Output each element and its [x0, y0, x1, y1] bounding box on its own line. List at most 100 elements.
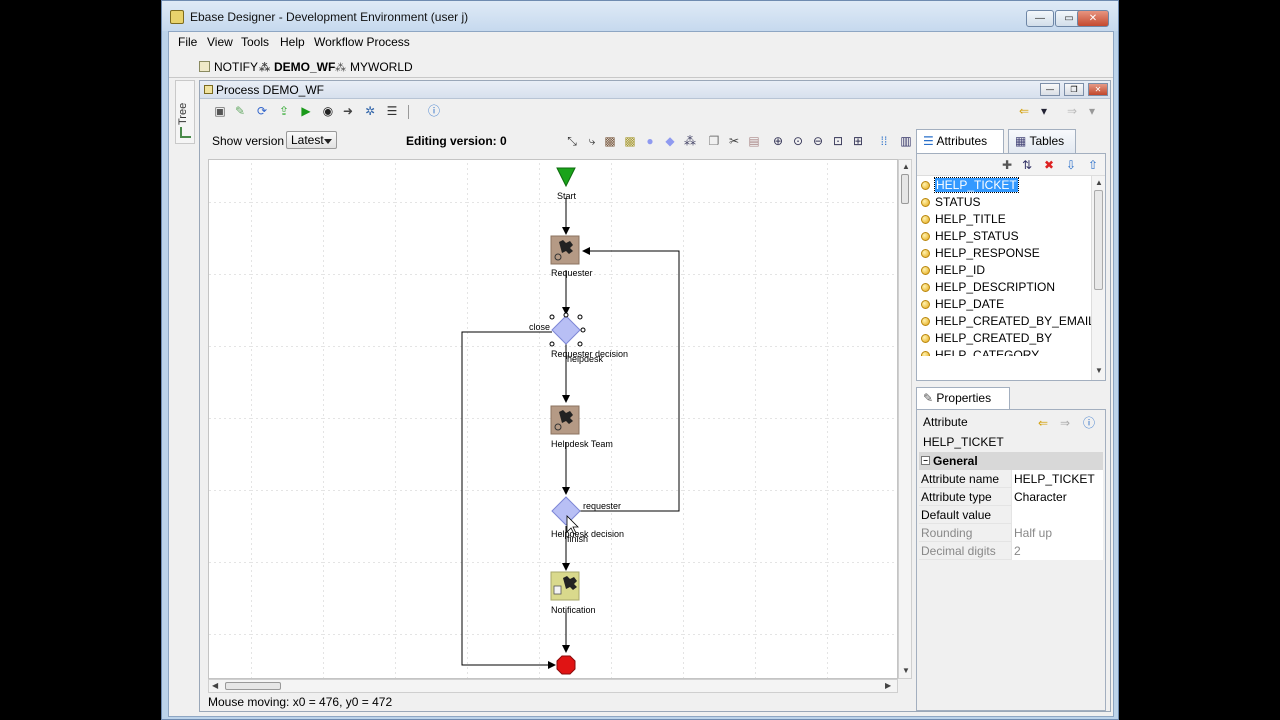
zoom-fit-icon[interactable]: ⊡: [830, 133, 846, 149]
cut-icon[interactable]: ✂: [726, 133, 742, 149]
stop-icon[interactable]: ◉: [320, 103, 336, 119]
elbow-connector-icon[interactable]: ⤷: [584, 133, 600, 149]
property-value[interactable]: Character: [1011, 488, 1103, 506]
list-item[interactable]: HELP_CREATED_BY_EMAIL: [921, 314, 1091, 331]
end-node[interactable]: [556, 655, 576, 675]
help-icon[interactable]: ⓘ: [426, 103, 442, 119]
run-icon[interactable]: ▶: [298, 103, 314, 119]
tab-notify[interactable]: NOTIFY: [199, 60, 258, 74]
menu-workflow-process[interactable]: Workflow Process: [312, 35, 412, 49]
workflow-tool-icon[interactable]: ⁂: [682, 133, 698, 149]
tab-myworld[interactable]: ⁂ MYWORLD: [335, 60, 413, 74]
panel-minimize-button[interactable]: —: [1040, 83, 1060, 96]
version-select[interactable]: Latest: [286, 131, 337, 149]
attributes-scrollbar[interactable]: ▲ ▼: [1091, 176, 1105, 380]
back-icon[interactable]: ⇐: [1035, 415, 1051, 431]
canvas-vertical-scrollbar[interactable]: ▲ ▼: [898, 159, 912, 679]
subprocess-tool-icon[interactable]: ●: [642, 133, 658, 149]
scroll-thumb[interactable]: [225, 682, 281, 690]
back-dropdown-icon[interactable]: ▾: [1036, 103, 1052, 119]
scroll-thumb[interactable]: [901, 174, 909, 204]
forward-icon[interactable]: ⇒: [1057, 415, 1073, 431]
client-area: File View Tools Help Workflow Process NO…: [168, 31, 1114, 717]
list-icon[interactable]: ☰: [384, 103, 400, 119]
property-row[interactable]: Default value: [919, 506, 1103, 524]
sort-icon[interactable]: ⇅: [1019, 157, 1035, 173]
panel-layout-icon[interactable]: ▥: [898, 133, 914, 149]
requester-node[interactable]: [550, 235, 580, 265]
list-item[interactable]: HELP_CREATED_BY: [921, 331, 1052, 348]
list-item[interactable]: HELP_STATUS: [921, 229, 1019, 246]
menu-tools[interactable]: Tools: [239, 35, 271, 49]
minimize-button[interactable]: —: [1026, 10, 1054, 27]
help-icon[interactable]: ⓘ: [1081, 415, 1097, 431]
notification-node[interactable]: [550, 571, 580, 601]
edit-icon[interactable]: ✎: [232, 103, 248, 119]
scroll-down-icon[interactable]: ▼: [902, 666, 910, 675]
scroll-thumb[interactable]: [1094, 190, 1103, 290]
property-key: Default value: [921, 508, 992, 522]
property-row[interactable]: Attribute type Character: [919, 488, 1103, 506]
step-icon[interactable]: ➜: [340, 103, 356, 119]
list-item[interactable]: HELP_DESCRIPTION: [921, 280, 1055, 297]
scroll-left-icon[interactable]: ◀: [212, 681, 218, 690]
property-row: Decimal digits 2: [919, 542, 1103, 560]
menu-help[interactable]: Help: [278, 35, 307, 49]
collapse-icon[interactable]: −: [921, 456, 930, 465]
zoom-actual-icon[interactable]: ⊙: [790, 133, 806, 149]
list-item[interactable]: HELP_ID: [921, 263, 985, 280]
scroll-up-icon[interactable]: ▲: [1095, 178, 1103, 187]
import-icon[interactable]: ⇩: [1063, 157, 1079, 173]
notify-tool-icon[interactable]: ▩: [622, 133, 638, 149]
export-icon[interactable]: ⇪: [276, 103, 292, 119]
tab-tables-label: Tables: [1029, 134, 1065, 148]
export-icon[interactable]: ⇧: [1085, 157, 1101, 173]
list-item[interactable]: HELP_RESPONSE: [921, 246, 1040, 263]
process-panel: Process DEMO_WF — ❐ ✕ ▣ ✎ ⟳ ⇪ ▶ ◉ ➜ ✲ ☰ …: [199, 80, 1111, 712]
list-item[interactable]: HELP_DATE: [921, 297, 1004, 314]
scroll-up-icon[interactable]: ▲: [902, 162, 910, 171]
copy-icon[interactable]: ❐: [706, 133, 722, 149]
close-button[interactable]: ✕: [1077, 10, 1109, 27]
list-item[interactable]: HELP_TITLE: [921, 212, 1006, 229]
property-row[interactable]: Attribute name HELP_TICKET: [919, 470, 1103, 488]
delete-icon[interactable]: ✖: [1041, 157, 1057, 173]
list-item[interactable]: HELP_CATEGORY: [921, 348, 1039, 356]
zoom-out-icon[interactable]: ⊖: [810, 133, 826, 149]
workflow-diagram[interactable]: Start Requester Requester decision close…: [209, 160, 898, 679]
forward-icon[interactable]: ⇒: [1064, 103, 1080, 119]
diagram-canvas[interactable]: Start Requester Requester decision close…: [208, 159, 898, 679]
tree-strip[interactable]: Tree: [175, 80, 195, 144]
tab-notify-label: NOTIFY: [214, 60, 258, 74]
canvas-horizontal-scrollbar[interactable]: ◀ ▶: [208, 679, 898, 693]
section-general[interactable]: − General: [919, 452, 1103, 470]
tab-tables[interactable]: ▦ Tables: [1008, 129, 1076, 153]
property-value[interactable]: [1011, 506, 1103, 524]
debug-icon[interactable]: ✲: [362, 103, 378, 119]
helpdesk-team-node[interactable]: [550, 405, 580, 435]
scroll-down-icon[interactable]: ▼: [1095, 366, 1103, 375]
back-icon[interactable]: ⇐: [1016, 103, 1032, 119]
connector-tool-icon[interactable]: ⤡: [564, 133, 580, 149]
panel-close-button[interactable]: ✕: [1088, 83, 1108, 96]
new-attribute-icon[interactable]: ✚: [999, 157, 1015, 173]
zoom-in-icon[interactable]: ⊕: [770, 133, 786, 149]
grid-icon[interactable]: ⁞⁞: [876, 133, 892, 149]
panel-restore-button[interactable]: ❐: [1064, 83, 1084, 96]
tab-demo-wf[interactable]: ⁂ DEMO_WF: [259, 60, 335, 74]
list-item[interactable]: HELP_TICKET: [921, 177, 1019, 195]
task-tool-icon[interactable]: ▩: [602, 133, 618, 149]
menu-view[interactable]: View: [205, 35, 235, 49]
menu-file[interactable]: File: [176, 35, 199, 49]
tab-properties[interactable]: ✎ Properties: [916, 387, 1010, 409]
tab-attributes[interactable]: ☰ Attributes: [916, 129, 1004, 153]
property-value[interactable]: HELP_TICKET: [1011, 470, 1103, 488]
forward-dropdown-icon[interactable]: ▾: [1084, 103, 1100, 119]
paste-icon[interactable]: ▤: [746, 133, 762, 149]
zoom-selection-icon[interactable]: ⊞: [850, 133, 866, 149]
save-icon[interactable]: ▣: [212, 103, 228, 119]
list-item[interactable]: STATUS: [921, 195, 981, 212]
refresh-icon[interactable]: ⟳: [254, 103, 270, 119]
decision-tool-icon[interactable]: ◆: [662, 133, 678, 149]
scroll-right-icon[interactable]: ▶: [885, 681, 891, 690]
